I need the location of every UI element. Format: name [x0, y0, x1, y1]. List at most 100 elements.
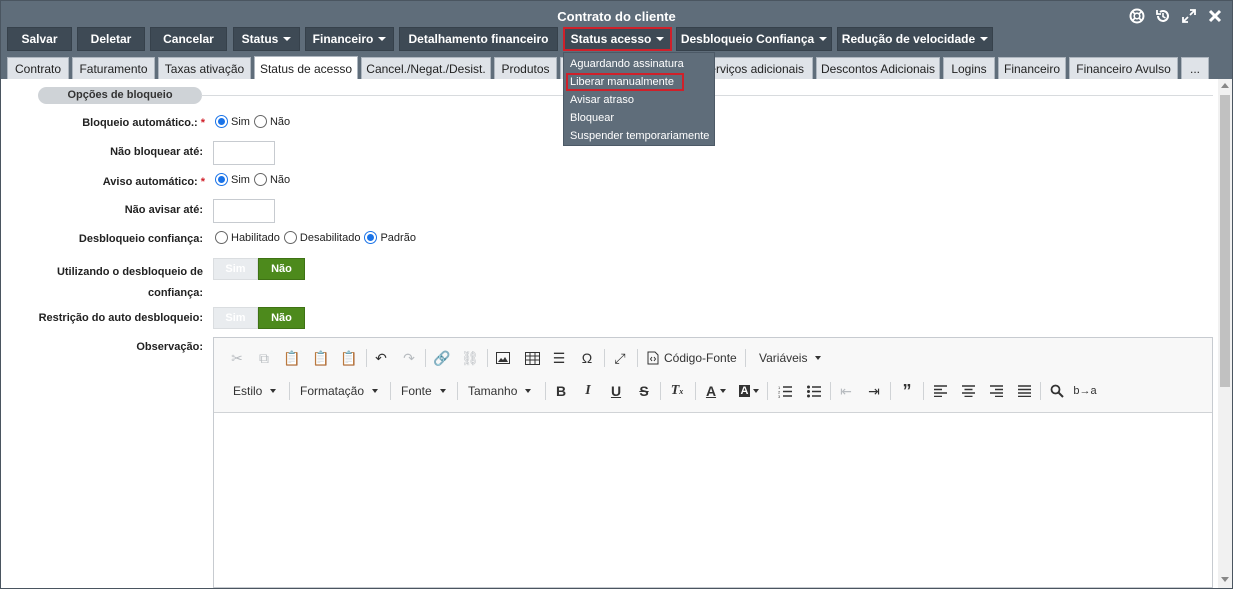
status-acesso-button[interactable]: Status acesso [563, 27, 672, 51]
menu-item-avisar-atraso[interactable]: Avisar atraso [566, 91, 714, 109]
expand-icon[interactable] [1180, 7, 1198, 25]
tab-faturamento[interactable]: Faturamento [72, 57, 155, 79]
find-icon[interactable] [1047, 381, 1067, 401]
vertical-scrollbar[interactable] [1218, 79, 1232, 588]
align-right-icon[interactable] [986, 381, 1006, 401]
tab-cancel-negat-desist[interactable]: Cancel./Negat./Desist. [361, 57, 491, 79]
tab-financeiro[interactable]: Financeiro [998, 57, 1066, 79]
utilizando-desbloqueio-label: Utilizando o desbloqueio de confiança: [56, 266, 203, 299]
close-icon[interactable] [1206, 7, 1224, 25]
habilitado-option[interactable]: Habilitado [215, 231, 280, 244]
chevron-down-icon [439, 389, 446, 393]
tab-status-de-acesso[interactable]: Status de acesso [254, 56, 358, 80]
copy-icon[interactable]: ⧉ [254, 348, 274, 368]
undo-icon[interactable]: ↶ [371, 348, 391, 368]
radio-checked[interactable] [364, 231, 378, 244]
text-color-icon[interactable]: A [702, 381, 730, 401]
editor-content-area[interactable] [214, 412, 1212, 587]
tab-descontos-adicionais[interactable]: Descontos Adicionais [816, 57, 940, 79]
variables-dropdown[interactable]: Variáveis [759, 348, 822, 368]
special-char-icon[interactable]: Ω [577, 348, 597, 368]
style-dropdown[interactable]: Estilo [233, 381, 277, 401]
history-icon[interactable] [1154, 7, 1172, 25]
detalhamento-financeiro-button[interactable]: Detalhamento financeiro [399, 27, 558, 51]
radio-unchecked[interactable] [283, 231, 297, 244]
radio-unchecked[interactable] [253, 173, 267, 186]
financeiro-button[interactable]: Financeiro [305, 27, 394, 51]
nao-bloquear-ate-input[interactable] [213, 141, 275, 165]
paste-word-icon[interactable]: 📋 [339, 348, 359, 368]
source-icon[interactable] [643, 348, 663, 368]
source-code-button[interactable]: Código-Fonte [664, 348, 737, 368]
nao-avisar-ate-input[interactable] [213, 199, 275, 223]
tab-financeiro-avulso[interactable]: Financeiro Avulso [1069, 57, 1178, 79]
status-button[interactable]: Status [233, 27, 300, 51]
table-icon[interactable] [522, 348, 542, 368]
toggle-sim[interactable]: Sim [213, 307, 258, 329]
clear-format-icon[interactable]: Tx [667, 381, 687, 401]
bg-color-icon[interactable]: A [735, 381, 763, 401]
toggle-sim[interactable]: Sim [213, 258, 258, 280]
replace-icon[interactable]: b→a [1073, 381, 1096, 401]
toggle-nao[interactable]: Não [258, 258, 305, 280]
menu-item-bloquear[interactable]: Bloquear [566, 109, 714, 127]
tab-taxas-ativacao[interactable]: Taxas ativação [158, 57, 251, 79]
cut-icon[interactable]: ✂ [227, 348, 247, 368]
menu-item-liberar-manualmente[interactable]: Liberar manualmente [566, 73, 684, 91]
indent-icon[interactable]: ⇥ [864, 381, 884, 401]
radio-unchecked[interactable] [253, 115, 267, 128]
image-icon[interactable] [493, 348, 513, 368]
padrao-option[interactable]: Padrão [364, 231, 416, 244]
blockquote-icon[interactable]: ” [897, 381, 917, 401]
aviso-nao-option[interactable]: Não [253, 173, 290, 186]
maximize-icon[interactable]: ⤢ [610, 348, 630, 368]
restricao-auto-desbloqueio-toggle[interactable]: Sim Não [213, 307, 305, 329]
align-left-icon[interactable] [930, 381, 950, 401]
unlink-icon[interactable]: ⛓ [460, 348, 480, 368]
size-dropdown[interactable]: Tamanho [468, 381, 532, 401]
chevron-down-icon [656, 37, 665, 41]
radio-checked[interactable] [215, 173, 228, 186]
toolbar-separator [890, 382, 891, 400]
tab-logins[interactable]: Logins [943, 57, 995, 79]
bloqueio-nao-option[interactable]: Não [253, 115, 290, 128]
lifebuoy-icon[interactable] [1128, 7, 1146, 25]
scroll-up-icon[interactable] [1221, 83, 1229, 88]
numbered-list-icon[interactable]: 123 [775, 381, 795, 401]
tab-contrato[interactable]: Contrato [7, 57, 69, 79]
desabilitado-option[interactable]: Desabilitado [283, 231, 360, 244]
chevron-down-icon [283, 37, 292, 41]
outdent-icon[interactable]: ⇤ [836, 381, 856, 401]
redo-icon[interactable]: ↷ [399, 348, 419, 368]
radio-unchecked[interactable] [215, 231, 228, 244]
aviso-sim-option[interactable]: Sim [215, 173, 250, 186]
menu-item-suspender-temporariamente[interactable]: Suspender temporariamente [566, 127, 714, 145]
save-button[interactable]: Salvar [7, 27, 72, 51]
format-dropdown[interactable]: Formatação [300, 381, 379, 401]
reducao-velocidade-button[interactable]: Redução de velocidade [837, 27, 993, 51]
link-icon[interactable]: 🔗 [432, 348, 452, 368]
horizontal-line-icon[interactable]: ☰ [549, 348, 569, 368]
tab-produtos[interactable]: Produtos [494, 57, 557, 79]
delete-button[interactable]: Deletar [77, 27, 145, 51]
strike-icon[interactable]: S [634, 381, 654, 401]
utilizando-desbloqueio-toggle[interactable]: Sim Não [213, 258, 305, 280]
radio-checked[interactable] [215, 115, 228, 128]
toggle-nao[interactable]: Não [258, 307, 305, 329]
bullet-list-icon[interactable] [804, 381, 824, 401]
align-center-icon[interactable] [958, 381, 978, 401]
desbloqueio-confianca-button[interactable]: Desbloqueio Confiança [676, 27, 832, 51]
paste-text-icon[interactable]: 📋 [311, 348, 331, 368]
scrollbar-thumb[interactable] [1220, 95, 1230, 387]
scroll-down-icon[interactable] [1221, 577, 1229, 582]
menu-item-aguardando-assinatura[interactable]: Aguardando assinatura [566, 55, 714, 73]
font-dropdown[interactable]: Fonte [401, 381, 446, 401]
justify-icon[interactable] [1014, 381, 1034, 401]
bloqueio-sim-option[interactable]: Sim [215, 115, 250, 128]
tab-more[interactable]: ... [1181, 57, 1209, 79]
italic-icon[interactable]: I [578, 381, 598, 401]
cancel-button[interactable]: Cancelar [150, 27, 227, 51]
paste-icon[interactable]: 📋 [282, 348, 302, 368]
bold-icon[interactable]: B [551, 381, 571, 401]
underline-icon[interactable]: U [606, 381, 626, 401]
